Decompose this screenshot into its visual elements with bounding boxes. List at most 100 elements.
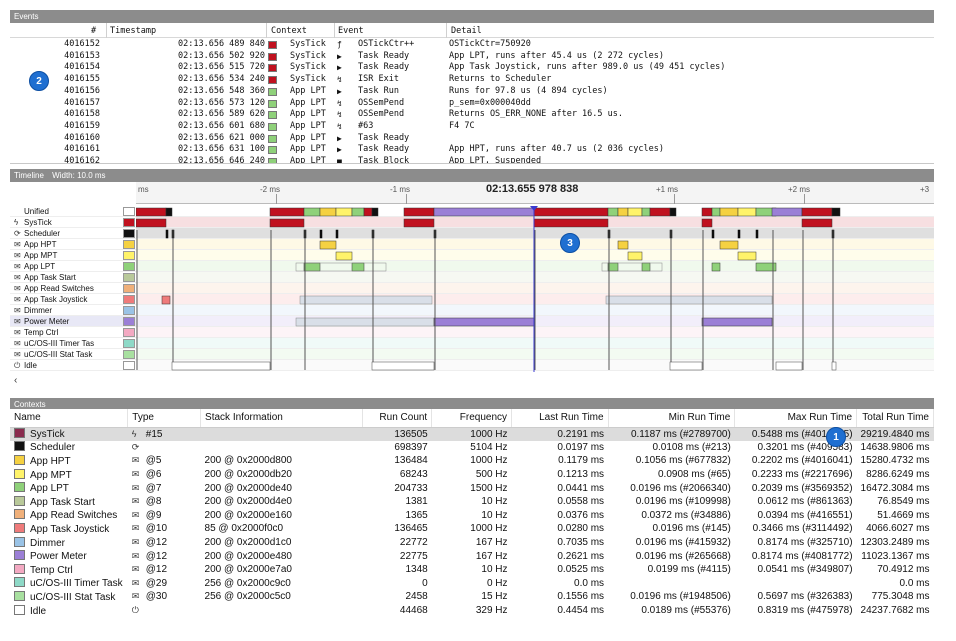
context-row[interactable]: App HPT ✉ @5 200 @ 0x2000d800 136484 1000 Hz 0…	[10, 454, 934, 468]
timeline-track-label[interactable]: ⟳ Scheduler	[10, 228, 136, 239]
col-type[interactable]: Type	[127, 409, 202, 428]
context-row[interactable]: Scheduler ⟳ 698397 5104 Hz 0.0197 ms 0.0108 m…	[10, 441, 934, 455]
timeline-track-label[interactable]: ✉ uC/OS-III Stat Task	[10, 349, 136, 360]
context-last-run: 0.1213 ms	[557, 469, 605, 481]
timeline-track-label[interactable]: ✉ uC/OS-III Timer Tas	[10, 338, 136, 349]
unified-segment	[165, 207, 173, 217]
context-name: App Task Joystick	[30, 523, 110, 535]
event-row[interactable]: 4016161 02:13.656 631 100 App LPT ▶ Task Rea…	[10, 144, 934, 156]
context-name-cell: App Task Joystick	[10, 522, 128, 536]
hpt-segment	[617, 240, 629, 250]
event-row[interactable]: 4016160 02:13.656 621 000 App LPT ▶ Task Rea…	[10, 133, 934, 145]
event-row[interactable]: 4016159 02:13.656 601 680 App LPT ↯ #63 F4 7C	[10, 121, 934, 133]
context-row[interactable]: uC/OS-III Stat Task ✉ @30 256 @ 0x2000c5c0 2…	[10, 590, 934, 604]
col-last-run-time[interactable]: Last Run Time	[511, 409, 609, 428]
context-row[interactable]: Power Meter ✉ @12 200 @ 0x2000e480 22775 167 …	[10, 549, 934, 563]
event-row[interactable]: 4016158 02:13.656 589 620 App LPT ↯ OSSemPen…	[10, 109, 934, 121]
context-priority: @30	[145, 591, 168, 603]
context-row[interactable]: Temp Ctrl ✉ @12 200 @ 0x2000e7a0 1348 10 Hz 0.…	[10, 563, 934, 577]
context-name-cell: Scheduler	[10, 441, 128, 455]
event-row[interactable]: 4016156 02:13.656 548 360 App LPT ▶ Task Run…	[10, 86, 934, 98]
timeline-scroll-left[interactable]: ‹	[10, 375, 934, 389]
context-row[interactable]: App MPT ✉ @6 200 @ 0x2000db20 68243 500 Hz 0.1…	[10, 468, 934, 482]
context-name-cell: Power Meter	[10, 549, 128, 563]
timeline-view[interactable]: ms -2 ms -1 ms 02:13.655 978 838 +1 ms +…	[10, 182, 934, 386]
idle-segment	[371, 361, 435, 371]
timeline-track-label[interactable]: ✉ App HPT	[10, 239, 136, 250]
context-run-count: 136465	[394, 523, 428, 535]
timeline-track-label[interactable]: ✉ App Task Joystick	[10, 294, 136, 305]
unified-segment	[627, 207, 643, 217]
timeline-track-label[interactable]: ✉ App Read Switches	[10, 283, 136, 294]
context-frequency: 1000 Hz	[470, 523, 508, 535]
powermeter-waiting	[295, 317, 435, 327]
col-total-run-time[interactable]: Total Run Time	[856, 409, 934, 428]
track-icon: ✉	[14, 240, 21, 249]
col-max-run-time[interactable]: Max Run Time	[734, 409, 858, 428]
event-row[interactable]: 4016157 02:13.656 573 120 App LPT ↯ OSSemPen…	[10, 98, 934, 110]
timeline-track-label[interactable]: ✉ App Task Start	[10, 272, 136, 283]
contexts-table[interactable]: Name Type Stack Information Run Count Fr…	[10, 409, 934, 631]
context-total-run: 16472.3084 ms	[860, 482, 930, 494]
col-index[interactable]: #	[91, 26, 96, 36]
scheduler-tick	[319, 229, 323, 239]
event-row[interactable]: 4016155 02:13.656 534 240 SysTick ↯ ISR Exit…	[10, 74, 934, 86]
timeline-track-label[interactable]: ✉ Power Meter	[10, 316, 136, 327]
context-row[interactable]: Dimmer ✉ @12 200 @ 0x2000d1c0 22772 167 Hz 0.7…	[10, 536, 934, 550]
col-frequency[interactable]: Frequency	[431, 409, 513, 428]
col-min-run-time[interactable]: Min Run Time	[608, 409, 736, 428]
event-row[interactable]: 4016154 02:13.656 515 720 SysTick ▶ Task Rea…	[10, 62, 934, 74]
events-list[interactable]: # Timestamp Context Event Detail 4016152…	[10, 23, 934, 164]
event-row[interactable]: 4016162 02:13.656 646 240 App LPT ■ Task Blo…	[10, 156, 934, 163]
context-color-swatch	[268, 41, 277, 49]
timeline-ruler[interactable]: ms -2 ms -1 ms 02:13.655 978 838 +1 ms +…	[136, 182, 934, 204]
context-last-run: 0.0376 ms	[557, 509, 605, 521]
track-name: Power Meter	[24, 317, 70, 326]
context-type-cell: ⏻	[128, 604, 201, 618]
context-row[interactable]: SysTick ϟ #15 136505 1000 Hz 0.2191 ms 0.1187 …	[10, 427, 934, 441]
context-type-icon: ✉	[131, 577, 140, 588]
context-type-icon: ✉	[131, 591, 140, 602]
context-run-count: 1348	[405, 564, 428, 576]
context-color-swatch	[14, 454, 25, 465]
timeline-track-label[interactable]: Unified	[10, 206, 136, 217]
context-last-run: 0.0441 ms	[557, 482, 605, 494]
context-row[interactable]: App Read Switches ✉ @9 200 @ 0x2000e160 1365…	[10, 509, 934, 523]
context-row[interactable]: uC/OS-III Timer Task ✉ @29 256 @ 0x2000c9c0…	[10, 577, 934, 591]
col-name[interactable]: Name	[10, 409, 129, 428]
context-name: App Task Start	[30, 496, 95, 508]
context-row[interactable]: Idle ⏻ 44468 329 Hz 0.4454 ms 0.0189 ms (#553…	[10, 604, 934, 618]
context-last-run: 0.0280 ms	[557, 523, 605, 535]
context-last-run: 0.1556 ms	[557, 591, 605, 603]
context-row[interactable]: App LPT ✉ @7 200 @ 0x2000de40 204733 1500 Hz 0…	[10, 481, 934, 495]
context-type-icon: ✉	[131, 509, 140, 520]
col-detail[interactable]: Detail	[451, 26, 482, 36]
context-run-count: 44468	[399, 605, 428, 617]
track-color-swatch	[123, 240, 135, 249]
timeline-track-label[interactable]: ✉ App LPT	[10, 261, 136, 272]
timeline-track-label[interactable]: ✉ App MPT	[10, 250, 136, 261]
context-run-count: 68243	[399, 469, 428, 481]
event-name: OSSemPend	[358, 109, 405, 120]
context-row[interactable]: App Task Joystick ✉ @10 85 @ 0x2000f0c0 1364…	[10, 522, 934, 536]
col-context[interactable]: Context	[271, 26, 307, 36]
context-max-run: 0.0541 ms (#349807)	[757, 564, 853, 576]
context-frequency: 5104 Hz	[470, 441, 508, 453]
col-timestamp[interactable]: Timestamp	[110, 26, 156, 36]
col-run-count[interactable]: Run Count	[362, 409, 433, 428]
track-name: App Task Joystick	[24, 295, 88, 304]
timeline-track-label[interactable]: ϟ SysTick	[10, 217, 136, 228]
event-row[interactable]: 4016152 02:13.656 489 840 SysTick ƒ OSTickCt…	[10, 39, 934, 51]
timeline-track-label[interactable]: ✉ Temp Ctrl	[10, 327, 136, 338]
col-stack-info[interactable]: Stack Information	[200, 409, 364, 428]
timeline-track-label[interactable]: ✉ Dimmer	[10, 305, 136, 316]
context-row[interactable]: App Task Start ✉ @8 200 @ 0x2000d4e0 1381 10 …	[10, 495, 934, 509]
track-color-swatch	[123, 306, 135, 315]
col-event[interactable]: Event	[338, 26, 364, 36]
context-priority: @6	[145, 469, 162, 481]
event-row[interactable]: 4016153 02:13.656 502 920 SysTick ▶ Task Rea…	[10, 51, 934, 63]
context-total-run: 12303.2489 ms	[860, 537, 930, 549]
timeline-track-label[interactable]: ⏻ Idle	[10, 360, 136, 371]
timeline-plot-area[interactable]	[136, 206, 934, 372]
track-color-swatch	[123, 361, 135, 370]
